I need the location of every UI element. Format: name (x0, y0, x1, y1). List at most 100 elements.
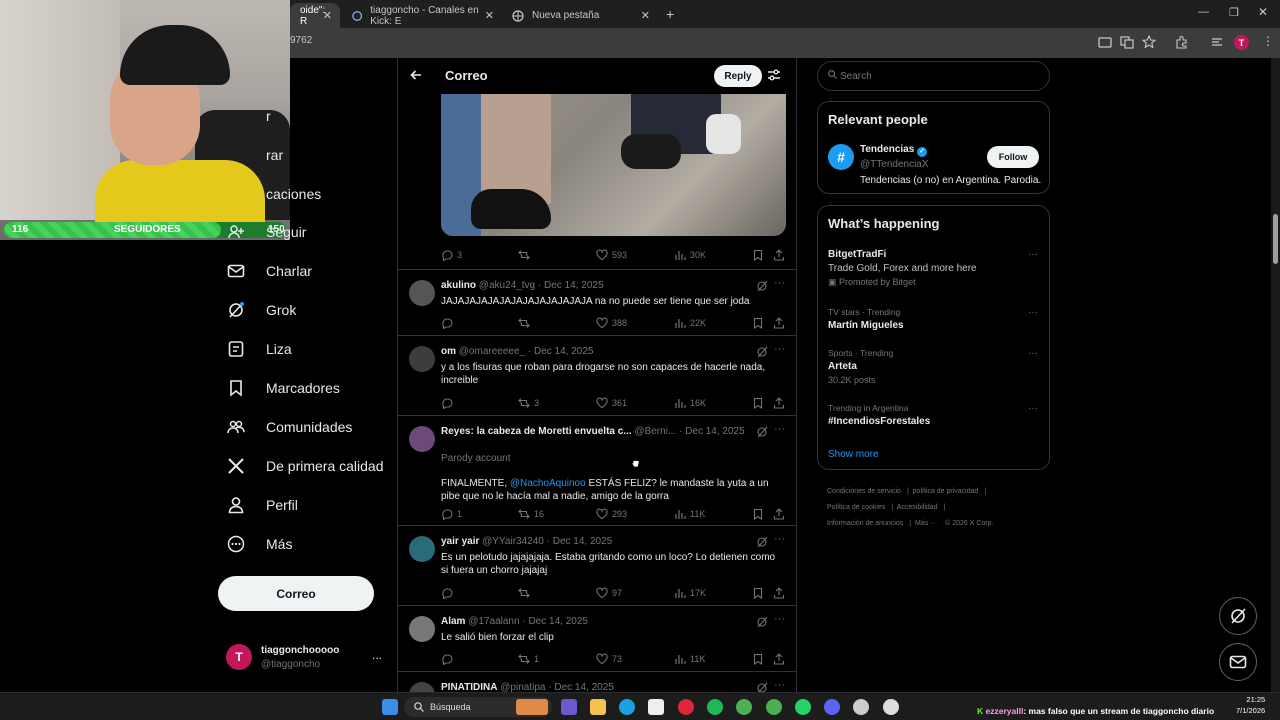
views-action[interactable]: 30K (674, 249, 706, 261)
post-date[interactable]: Dec 14, 2025 (553, 536, 613, 547)
whatsapp-icon[interactable] (795, 699, 811, 715)
scrollbar-thumb[interactable] (1273, 214, 1278, 264)
reply-action[interactable] (441, 317, 457, 329)
minimize-button[interactable]: — (1198, 6, 1209, 18)
more-icon[interactable]: ··· (774, 423, 785, 435)
restore-button[interactable]: ❐ (1229, 6, 1239, 19)
bookmark-action[interactable] (752, 397, 764, 409)
more-icon[interactable]: ··· (774, 343, 785, 355)
more-icon[interactable]: ··· (774, 679, 785, 691)
like-action[interactable]: 73 (596, 653, 622, 665)
follow-button[interactable]: Follow (987, 146, 1039, 168)
avatar[interactable] (409, 346, 435, 372)
reply-action[interactable]: 3 (441, 249, 462, 261)
footer-link[interactable]: Más ··· (915, 520, 937, 527)
browser-profile-avatar[interactable]: T (1234, 35, 1249, 50)
share-action[interactable] (773, 587, 785, 599)
repost-action[interactable]: 1 (518, 653, 539, 665)
nav-item-profile[interactable]: Perfil (218, 486, 298, 524)
repost-action[interactable] (518, 249, 534, 261)
settings-icon[interactable] (883, 699, 899, 715)
close-icon[interactable]: ✕ (485, 9, 494, 22)
windows-start-icon[interactable] (382, 699, 398, 715)
chatgpt-icon[interactable] (853, 699, 869, 715)
footer-link[interactable]: Información de anuncios (827, 520, 903, 527)
account-switcher[interactable]: T tiaggonchooooo @tiaggoncho ... (226, 642, 396, 678)
post-date[interactable]: Dec 14, 2025 (685, 426, 745, 437)
reply-action[interactable] (441, 397, 457, 409)
footer-link[interactable]: Política de cookies (827, 504, 885, 511)
show-more-link[interactable]: Show more (828, 449, 879, 460)
grok-icon[interactable] (756, 280, 768, 292)
file-explorer-icon[interactable] (590, 699, 606, 715)
more-icon[interactable]: ··· (774, 533, 785, 545)
close-window-button[interactable]: ✕ (1258, 5, 1268, 19)
nav-item-0[interactable]: r (218, 97, 271, 135)
footer-link[interactable]: política de privacidad (913, 488, 979, 495)
teams-icon[interactable] (561, 699, 577, 715)
views-action[interactable]: 22K (674, 317, 706, 329)
views-action[interactable]: 17K (674, 587, 706, 599)
repost-action[interactable]: 16 (518, 508, 544, 520)
post-button[interactable]: Correo (218, 576, 374, 611)
more-icon[interactable]: ··· (774, 613, 785, 625)
reply-action[interactable] (441, 653, 457, 665)
more-icon[interactable]: ··· (1028, 348, 1038, 359)
reply-post[interactable]: akulino @aku24_tvg · Dec 14, 2025 ··· JAJA… (398, 269, 796, 335)
chrome-icon[interactable] (736, 699, 752, 715)
post-date[interactable]: Dec 14, 2025 (544, 280, 604, 291)
store-icon[interactable] (648, 699, 664, 715)
widget-icon[interactable] (516, 699, 548, 715)
more-icon[interactable]: ··· (774, 277, 785, 289)
back-arrow-icon[interactable] (410, 69, 422, 81)
bookmark-action[interactable] (752, 653, 764, 665)
address-bar[interactable]: 9762 (290, 35, 312, 46)
filter-icon[interactable] (767, 68, 781, 82)
nav-item-bookmarks[interactable]: Marcadores (218, 369, 340, 407)
nav-item-1[interactable]: rar (218, 136, 283, 174)
footer-link[interactable]: Accesibilidad (897, 504, 938, 511)
more-icon[interactable]: ··· (1028, 249, 1038, 260)
reply-post[interactable]: yair yair @YYair34240 · Dec 14, 2025 ··· E… (398, 525, 796, 605)
like-action[interactable]: 388 (596, 317, 627, 329)
bookmark-action[interactable] (752, 587, 764, 599)
nav-item-follow[interactable]: Seguir (218, 213, 306, 251)
translate-icon[interactable] (1120, 35, 1134, 49)
more-icon[interactable]: ··· (1028, 307, 1038, 318)
browser-menu-icon[interactable]: ⋮ (1262, 34, 1274, 48)
grok-icon[interactable] (756, 346, 768, 358)
extensions-icon[interactable] (1175, 35, 1189, 49)
trend-item[interactable]: BitgetTradFi Trade Gold, Forex and more … (828, 249, 1038, 288)
avatar[interactable] (409, 280, 435, 306)
close-icon[interactable]: ✕ (641, 9, 650, 22)
author-name[interactable]: om (441, 346, 456, 357)
bookmark-action[interactable] (752, 317, 764, 329)
screenshot-icon[interactable] (1098, 35, 1112, 49)
like-action[interactable]: 593 (596, 249, 627, 261)
repost-action[interactable] (518, 317, 534, 329)
reply-button[interactable]: Reply (714, 65, 762, 87)
avatar[interactable]: # (828, 144, 854, 170)
trend-item[interactable]: TV stars · Trending Martín Migueles ··· (828, 307, 1038, 331)
chrome-icon[interactable] (766, 699, 782, 715)
tab-kick[interactable]: tiaggoncho - Canales en Kick: E ✕ (342, 3, 502, 28)
bookmark-action[interactable] (752, 508, 764, 520)
more-icon[interactable]: ··· (1028, 403, 1038, 414)
person-name[interactable]: Tendencias ✓ (860, 144, 928, 157)
share-action[interactable] (773, 508, 785, 520)
reply-post[interactable]: Reyes: la cabeza de Moretti envuelta c..… (398, 415, 796, 525)
tab-active[interactable]: oide": R ✕ (290, 3, 340, 28)
like-action[interactable]: 293 (596, 508, 627, 520)
repost-action[interactable]: 3 (518, 397, 539, 409)
footer-link[interactable]: Condiciones de servicio (827, 488, 901, 495)
reply-action[interactable]: 1 (441, 508, 462, 520)
post-date[interactable]: Dec 14, 2025 (528, 616, 588, 627)
author-name[interactable]: yair yair (441, 536, 479, 547)
post-date[interactable]: Dec 14, 2025 (534, 346, 594, 357)
reply-post[interactable]: Alam @17aalann · Dec 14, 2025 ··· Le salió… (398, 605, 796, 671)
author-name[interactable]: Reyes: la cabeza de Moretti envuelta c..… (441, 426, 632, 437)
reply-post[interactable]: om @omareeeee_ · Dec 14, 2025 ··· y a los … (398, 335, 796, 415)
nav-item-grok[interactable]: Grok (218, 291, 296, 329)
post-media-image[interactable] (441, 94, 786, 236)
share-action[interactable] (773, 397, 785, 409)
